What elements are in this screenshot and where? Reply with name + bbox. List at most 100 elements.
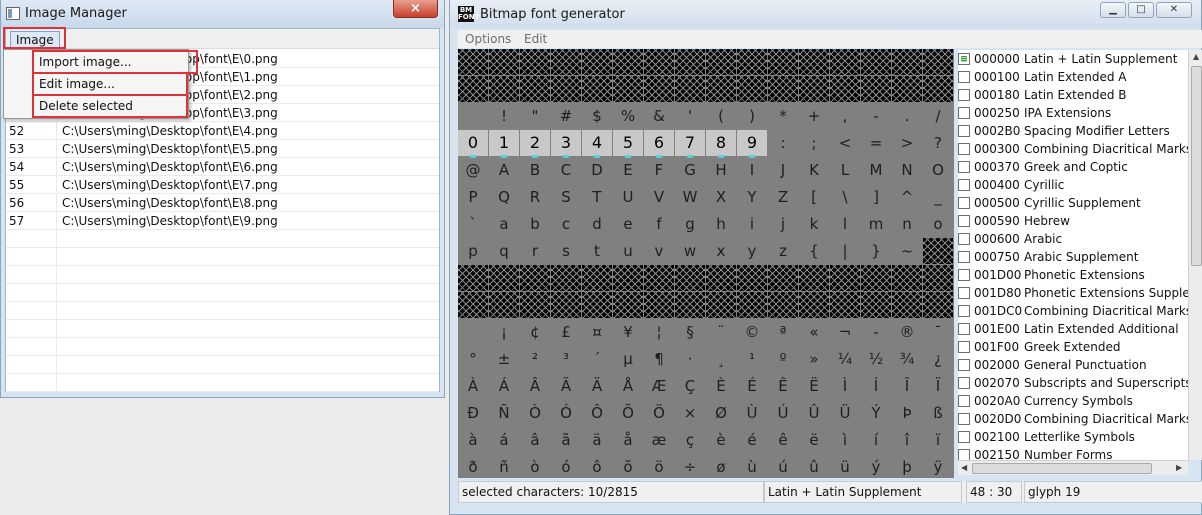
glyph-cell[interactable]: ã (551, 427, 581, 453)
glyph-cell[interactable]: ¿ (923, 346, 953, 372)
glyph-cell[interactable]: Ò (520, 400, 550, 426)
glyph-cell-unavailable[interactable] (489, 49, 519, 75)
glyph-cell[interactable]: 5 (613, 130, 643, 158)
glyph-cell[interactable]: 4 (582, 130, 612, 158)
glyph-cell[interactable]: & (644, 103, 674, 129)
glyph-cell[interactable]: I (737, 157, 767, 183)
glyph-cell-unavailable[interactable] (458, 292, 488, 318)
glyph-cell[interactable]: ¢ (520, 319, 550, 345)
glyph-cell[interactable]: © (737, 319, 767, 345)
glyph-cell[interactable]: w (675, 238, 705, 264)
vertical-scrollbar[interactable]: ▲ (1188, 50, 1202, 460)
glyph-cell[interactable]: 3 (551, 130, 581, 158)
block-list-item[interactable]: 002000 General Punctuation (958, 356, 1188, 374)
glyph-cell[interactable]: N (892, 157, 922, 183)
block-checkbox[interactable] (958, 377, 970, 389)
glyph-cell[interactable]: < (830, 130, 860, 156)
glyph-cell[interactable]: Ô (582, 400, 612, 426)
glyph-cell[interactable]: z (768, 238, 798, 264)
scroll-left-icon[interactable]: ◀ (961, 463, 967, 472)
glyph-cell[interactable]: ² (520, 346, 550, 372)
glyph-cell-unavailable[interactable] (582, 265, 612, 291)
glyph-cell-unavailable[interactable] (520, 76, 550, 102)
glyph-cell[interactable]: × (675, 400, 705, 426)
glyph-cell[interactable]: o (923, 211, 953, 237)
glyph-cell[interactable]: Ú (768, 400, 798, 426)
glyph-cell-unavailable[interactable] (489, 265, 519, 291)
glyph-cell-unavailable[interactable] (923, 265, 953, 291)
glyph-cell[interactable]: ³ (551, 346, 581, 372)
glyph-cell[interactable]: / (923, 103, 953, 129)
glyph-cell[interactable]: ÿ (923, 454, 953, 478)
glyph-cell[interactable]: Z (768, 184, 798, 210)
glyph-cell[interactable]: t (582, 238, 612, 264)
glyph-cell-unavailable[interactable] (830, 265, 860, 291)
glyph-cell[interactable]: ) (737, 103, 767, 129)
glyph-cell[interactable]: è (706, 427, 736, 453)
glyph-cell[interactable]: ¨ (706, 319, 736, 345)
glyph-cell[interactable]: ì (830, 427, 860, 453)
glyph-cell[interactable]: v (644, 238, 674, 264)
block-checkbox[interactable] (958, 71, 970, 83)
glyph-cell[interactable]: ÷ (675, 454, 705, 478)
glyph-cell[interactable]: ® (892, 319, 922, 345)
glyph-cell[interactable]: + (799, 103, 829, 129)
glyph-cell-unavailable[interactable] (675, 292, 705, 318)
glyph-cell[interactable]: 0 (458, 130, 488, 158)
block-list-item[interactable]: 000250 IPA Extensions (958, 104, 1188, 122)
glyph-cell-unavailable[interactable] (830, 76, 860, 102)
block-list-item[interactable]: 000300 Combining Diacritical Marks (958, 140, 1188, 158)
glyph-cell[interactable]: ± (489, 346, 519, 372)
glyph-cell[interactable]: æ (644, 427, 674, 453)
glyph-cell-unavailable[interactable] (675, 49, 705, 75)
glyph-cell-unavailable[interactable] (861, 76, 891, 102)
glyph-cell[interactable]: K (799, 157, 829, 183)
glyph-cell[interactable]: : (768, 130, 798, 156)
glyph-cell-unavailable[interactable] (520, 49, 550, 75)
glyph-cell[interactable]: Ù (737, 400, 767, 426)
glyph-cell[interactable]: º (768, 346, 798, 372)
unicode-block-list[interactable]: 000000 Latin + Latin Supplement 000100 Lati… (958, 50, 1188, 460)
glyph-cell-unavailable[interactable] (923, 76, 953, 102)
glyph-cell[interactable]: » (799, 346, 829, 372)
bitmap-font-titlebar[interactable]: BM FONT Bitmap font generator ▁ □ ✕ (450, 0, 1201, 28)
menu-edit[interactable]: Edit (524, 32, 547, 46)
glyph-cell[interactable]: ú (768, 454, 798, 478)
glyph-cell[interactable]: É (737, 373, 767, 399)
glyph-cell-unavailable[interactable] (551, 292, 581, 318)
glyph-cell[interactable]: Ê (768, 373, 798, 399)
glyph-cell[interactable]: ñ (489, 454, 519, 478)
glyph-cell[interactable]: µ (613, 346, 643, 372)
glyph-cell[interactable]: y (737, 238, 767, 264)
glyph-cell[interactable]: 7 (675, 130, 705, 158)
glyph-cell[interactable]: ç (675, 427, 705, 453)
block-checkbox[interactable] (958, 359, 970, 371)
glyph-cell-unavailable[interactable] (520, 265, 550, 291)
glyph-cell[interactable]: O (923, 157, 953, 183)
glyph-cell[interactable]: Ç (675, 373, 705, 399)
glyph-cell-unavailable[interactable] (799, 292, 829, 318)
glyph-cell[interactable]: X (706, 184, 736, 210)
horizontal-scrollbar[interactable]: ◀ ▶ (958, 460, 1188, 475)
glyph-cell-unavailable[interactable] (551, 49, 581, 75)
glyph-cell[interactable]: Ë (799, 373, 829, 399)
glyph-cell[interactable]: . (892, 103, 922, 129)
table-row[interactable]: 54 C:\Users\ming\Desktop\font\E\6.png (6, 158, 439, 176)
glyph-cell[interactable]: Ä (582, 373, 612, 399)
glyph-cell[interactable]: Õ (613, 400, 643, 426)
block-list-item[interactable]: 001DC0 Combining Diacritical Marks (958, 302, 1188, 320)
glyph-cell[interactable]: ü (830, 454, 860, 478)
glyph-cell-unavailable[interactable] (582, 49, 612, 75)
glyph-cell-unavailable[interactable] (737, 49, 767, 75)
glyph-cell[interactable]: Þ (892, 400, 922, 426)
glyph-cell[interactable]: ø (706, 454, 736, 478)
glyph-cell-unavailable[interactable] (489, 292, 519, 318)
glyph-cell[interactable]: Ü (830, 400, 860, 426)
glyph-cell[interactable]: Â (520, 373, 550, 399)
glyph-cell[interactable]: Í (861, 373, 891, 399)
glyph-cell[interactable]: W (675, 184, 705, 210)
glyph-cell[interactable]: s (551, 238, 581, 264)
glyph-cell[interactable]: ù (737, 454, 767, 478)
glyph-cell[interactable]: q (489, 238, 519, 264)
block-list-item[interactable]: 002100 Letterlike Symbols (958, 428, 1188, 446)
